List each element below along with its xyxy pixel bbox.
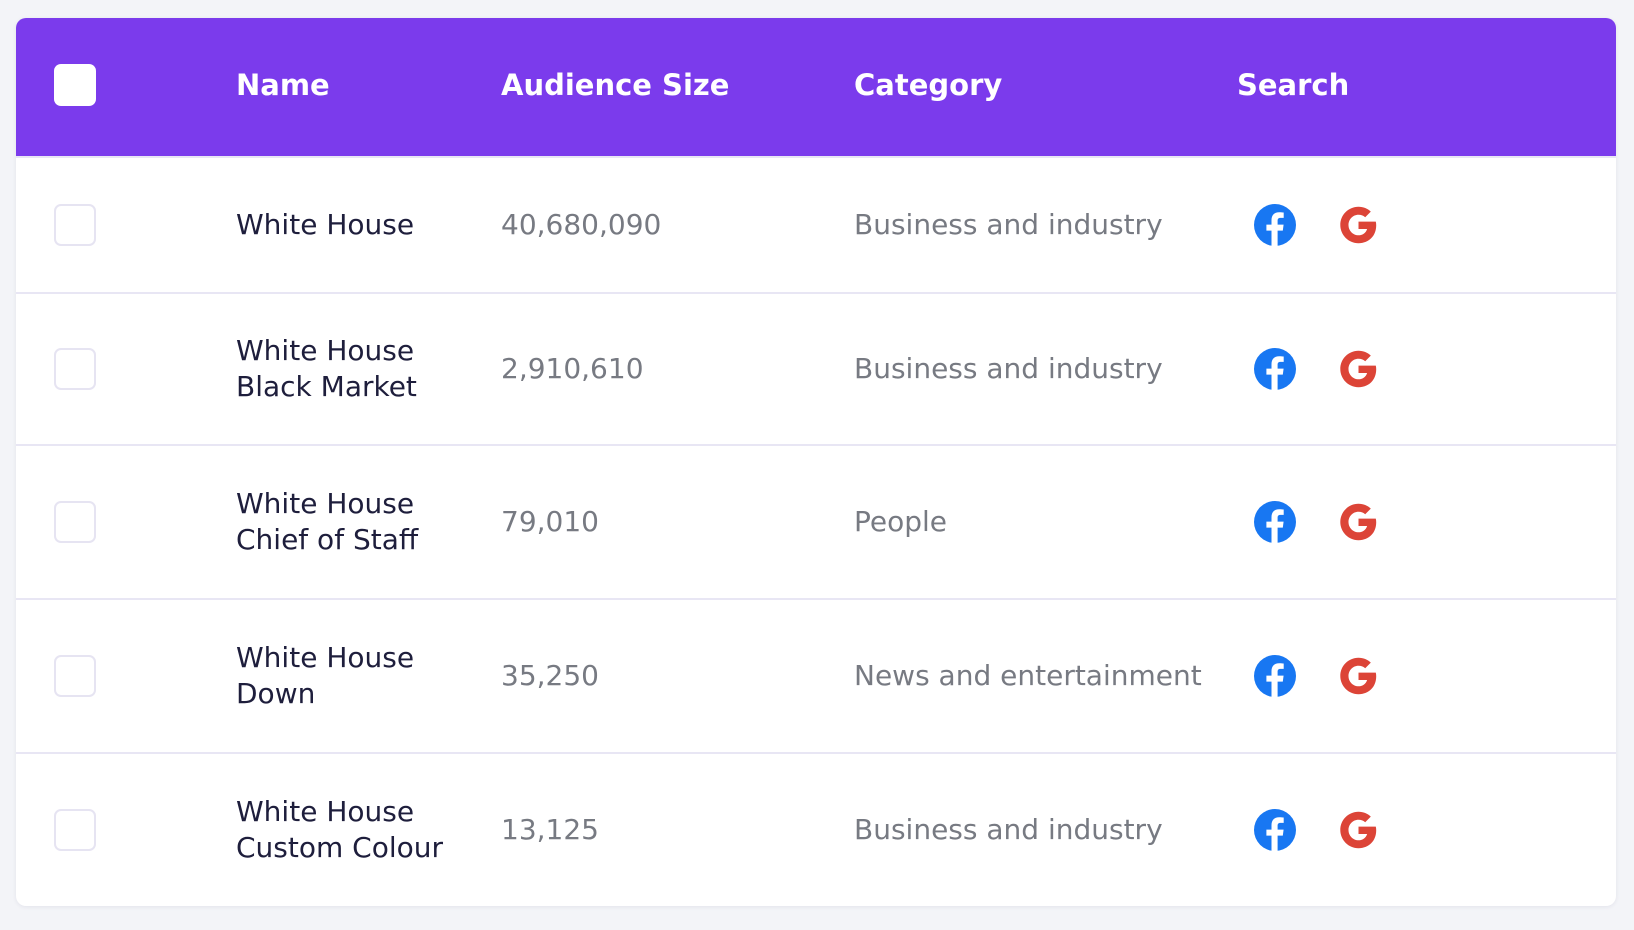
facebook-icon[interactable] — [1253, 203, 1297, 247]
row-checkbox[interactable] — [54, 204, 96, 246]
audience-table: Name Audience Size Category Search White… — [16, 18, 1616, 906]
facebook-icon[interactable] — [1253, 654, 1297, 698]
audience-name-line: Down — [236, 677, 316, 710]
audience-category: News and entertainment — [854, 659, 1202, 692]
audience-name-line: White House — [236, 208, 415, 241]
google-icon[interactable] — [1336, 500, 1380, 544]
column-header-search: Search — [1237, 68, 1350, 102]
audience-size: 13,125 — [501, 813, 599, 846]
table-row: White House Down 35,250 News and entertai… — [16, 598, 1616, 752]
row-checkbox[interactable] — [54, 348, 96, 390]
row-checkbox[interactable] — [54, 501, 96, 543]
facebook-icon[interactable] — [1253, 347, 1297, 391]
facebook-icon[interactable] — [1253, 500, 1297, 544]
audience-name-line: Custom Colour — [236, 831, 444, 864]
audience-size: 2,910,610 — [501, 352, 644, 385]
row-checkbox[interactable] — [54, 655, 96, 697]
google-icon[interactable] — [1336, 808, 1380, 852]
audience-name: White House Black Market — [236, 333, 476, 405]
audience-name: White House — [236, 207, 476, 243]
audience-name-line: Chief of Staff — [236, 523, 419, 556]
audience-name-line: White House — [236, 641, 415, 674]
audience-category: Business and industry — [854, 813, 1163, 846]
select-all-checkbox[interactable] — [54, 64, 96, 106]
table-row: White House Chief of Staff 79,010 People — [16, 444, 1616, 598]
google-icon[interactable] — [1336, 654, 1380, 698]
facebook-icon[interactable] — [1253, 808, 1297, 852]
audience-name: White House Chief of Staff — [236, 486, 476, 558]
table-row: White House Black Market 2,910,610 Busine… — [16, 292, 1616, 444]
table-row: White House Custom Colour 13,125 Business… — [16, 752, 1616, 906]
audience-name-line: White House — [236, 795, 415, 828]
column-header-name[interactable]: Name — [236, 65, 330, 105]
table-header: Name Audience Size Category Search — [16, 18, 1616, 156]
row-checkbox[interactable] — [54, 809, 96, 851]
column-header-category[interactable]: Category — [854, 65, 1002, 105]
audience-size: 35,250 — [501, 659, 599, 692]
audience-name-line: White House — [236, 487, 415, 520]
google-icon[interactable] — [1336, 347, 1380, 391]
audience-category: Business and industry — [854, 352, 1163, 385]
audience-size: 40,680,090 — [501, 208, 662, 241]
audience-name-line: White House — [236, 334, 415, 367]
column-header-audience-size[interactable]: Audience Size — [501, 65, 729, 105]
audience-category: People — [854, 505, 948, 538]
audience-name: White House Down — [236, 640, 476, 712]
audience-name-line: Black Market — [236, 370, 417, 403]
audience-size: 79,010 — [501, 505, 599, 538]
google-icon[interactable] — [1336, 203, 1380, 247]
table-row: White House 40,680,090 Business and indu… — [16, 156, 1616, 292]
audience-name: White House Custom Colour — [236, 794, 476, 866]
audience-category: Business and industry — [854, 208, 1163, 241]
